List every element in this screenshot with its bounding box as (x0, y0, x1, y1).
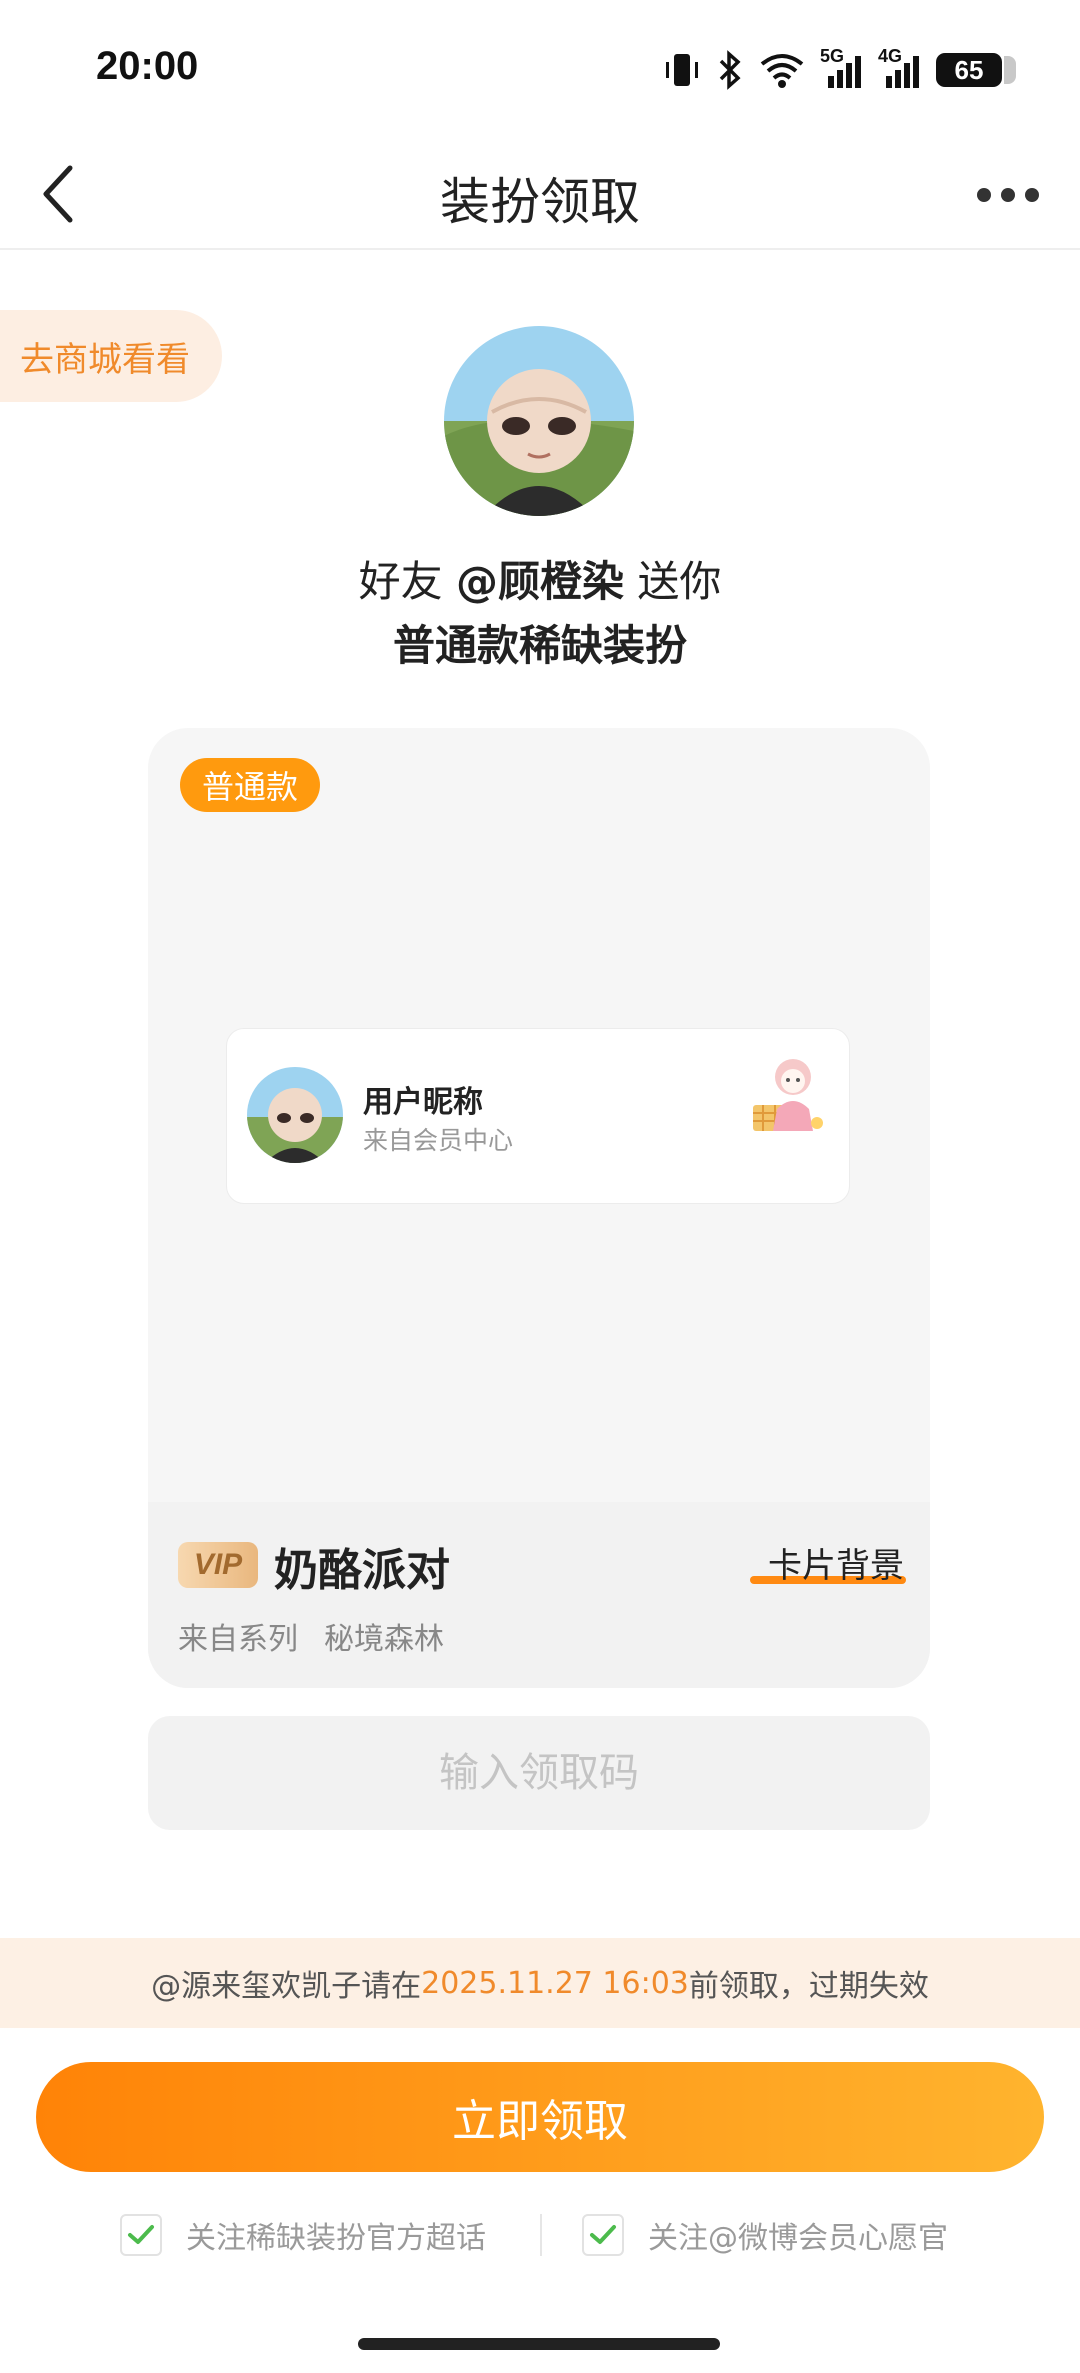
checkmark-icon (128, 2225, 154, 2244)
wifi-icon (758, 50, 806, 90)
follow-option-member-account[interactable]: 关注@微博会员心愿官 (582, 2210, 948, 2260)
preview-source: 来自会员中心 (363, 1126, 514, 1155)
type-badge: 普通款 (180, 758, 321, 812)
go-to-shop-button[interactable]: 去商城看看 (0, 310, 222, 402)
status-icons: 5G 4G 65 (662, 46, 1016, 92)
gift-suffix: 送你 (624, 557, 722, 606)
divider (540, 2214, 542, 2256)
more-dot-icon (1001, 188, 1015, 202)
card-background-preview: 用户昵称 来自会员中心 (226, 1028, 850, 1204)
nav-bar: 装扮领取 (0, 140, 1080, 250)
checkbox-checked[interactable] (582, 2214, 624, 2256)
item-type: 卡片背景 (768, 1546, 904, 1586)
status-time: 20:00 (96, 44, 199, 88)
signal-5g-icon: 5G (820, 46, 864, 90)
more-button[interactable] (968, 168, 1048, 222)
more-dot-icon (977, 188, 991, 202)
decoration-card: 普通款 用户昵称 来自会员中心 VIP 奶酪派对 卡片背景 来自系列 秘境森林 (148, 728, 930, 1688)
bluetooth-icon (716, 50, 744, 90)
vibrate-icon (662, 50, 702, 90)
claim-now-button[interactable]: 立即领取 (36, 2062, 1044, 2172)
deadline-date: 2025.11.27 16:03 (421, 1965, 689, 2001)
follow-option-label: 关注稀缺装扮官方超话 (186, 2221, 486, 2256)
card-footer: VIP 奶酪派对 卡片背景 来自系列 秘境森林 (148, 1502, 930, 1688)
signal-4g-icon: 4G (878, 46, 922, 90)
checkmark-icon (590, 2225, 616, 2244)
deadline-prefix: @源来玺欢凯子请在 (151, 1969, 422, 2004)
gift-message: 好友 @顾橙染 送你 (0, 548, 1080, 609)
redeem-code-input[interactable] (148, 1716, 930, 1830)
preview-username: 用户昵称 (363, 1085, 483, 1120)
deadline-notice: @源来玺欢凯子请在 2025.11.27 16:03 前领取，过期失效 (0, 1938, 1080, 2028)
home-indicator[interactable] (358, 2338, 720, 2350)
item-name: 奶酪派对 (274, 1545, 450, 1596)
gift-prefix: 好友 (358, 557, 456, 606)
friend-name-link[interactable]: @顾橙染 (456, 557, 624, 606)
deadline-suffix: 前领取，过期失效 (688, 1969, 929, 2004)
more-dot-icon (1025, 188, 1039, 202)
preview-avatar (247, 1067, 343, 1163)
page-title: 装扮领取 (440, 173, 640, 231)
gift-subtitle: 普通款稀缺装扮 (392, 621, 687, 670)
status-bar: 20:00 5G 4G 65 (0, 0, 1080, 140)
series-name[interactable]: 秘境森林 (324, 1614, 444, 1658)
follow-options: 关注稀缺装扮官方超话 关注@微博会员心愿官 (0, 2210, 1080, 2260)
battery-icon: 65 (936, 53, 1016, 87)
vip-badge: VIP (178, 1542, 258, 1588)
series-label: 来自系列 (178, 1622, 298, 1657)
cheese-party-decoration-icon (747, 1049, 827, 1145)
checkbox-checked[interactable] (120, 2214, 162, 2256)
follow-option-label: 关注@微博会员心愿官 (648, 2221, 948, 2256)
follow-option-supertopic[interactable]: 关注稀缺装扮官方超话 (120, 2210, 486, 2260)
friend-avatar[interactable] (444, 326, 634, 516)
